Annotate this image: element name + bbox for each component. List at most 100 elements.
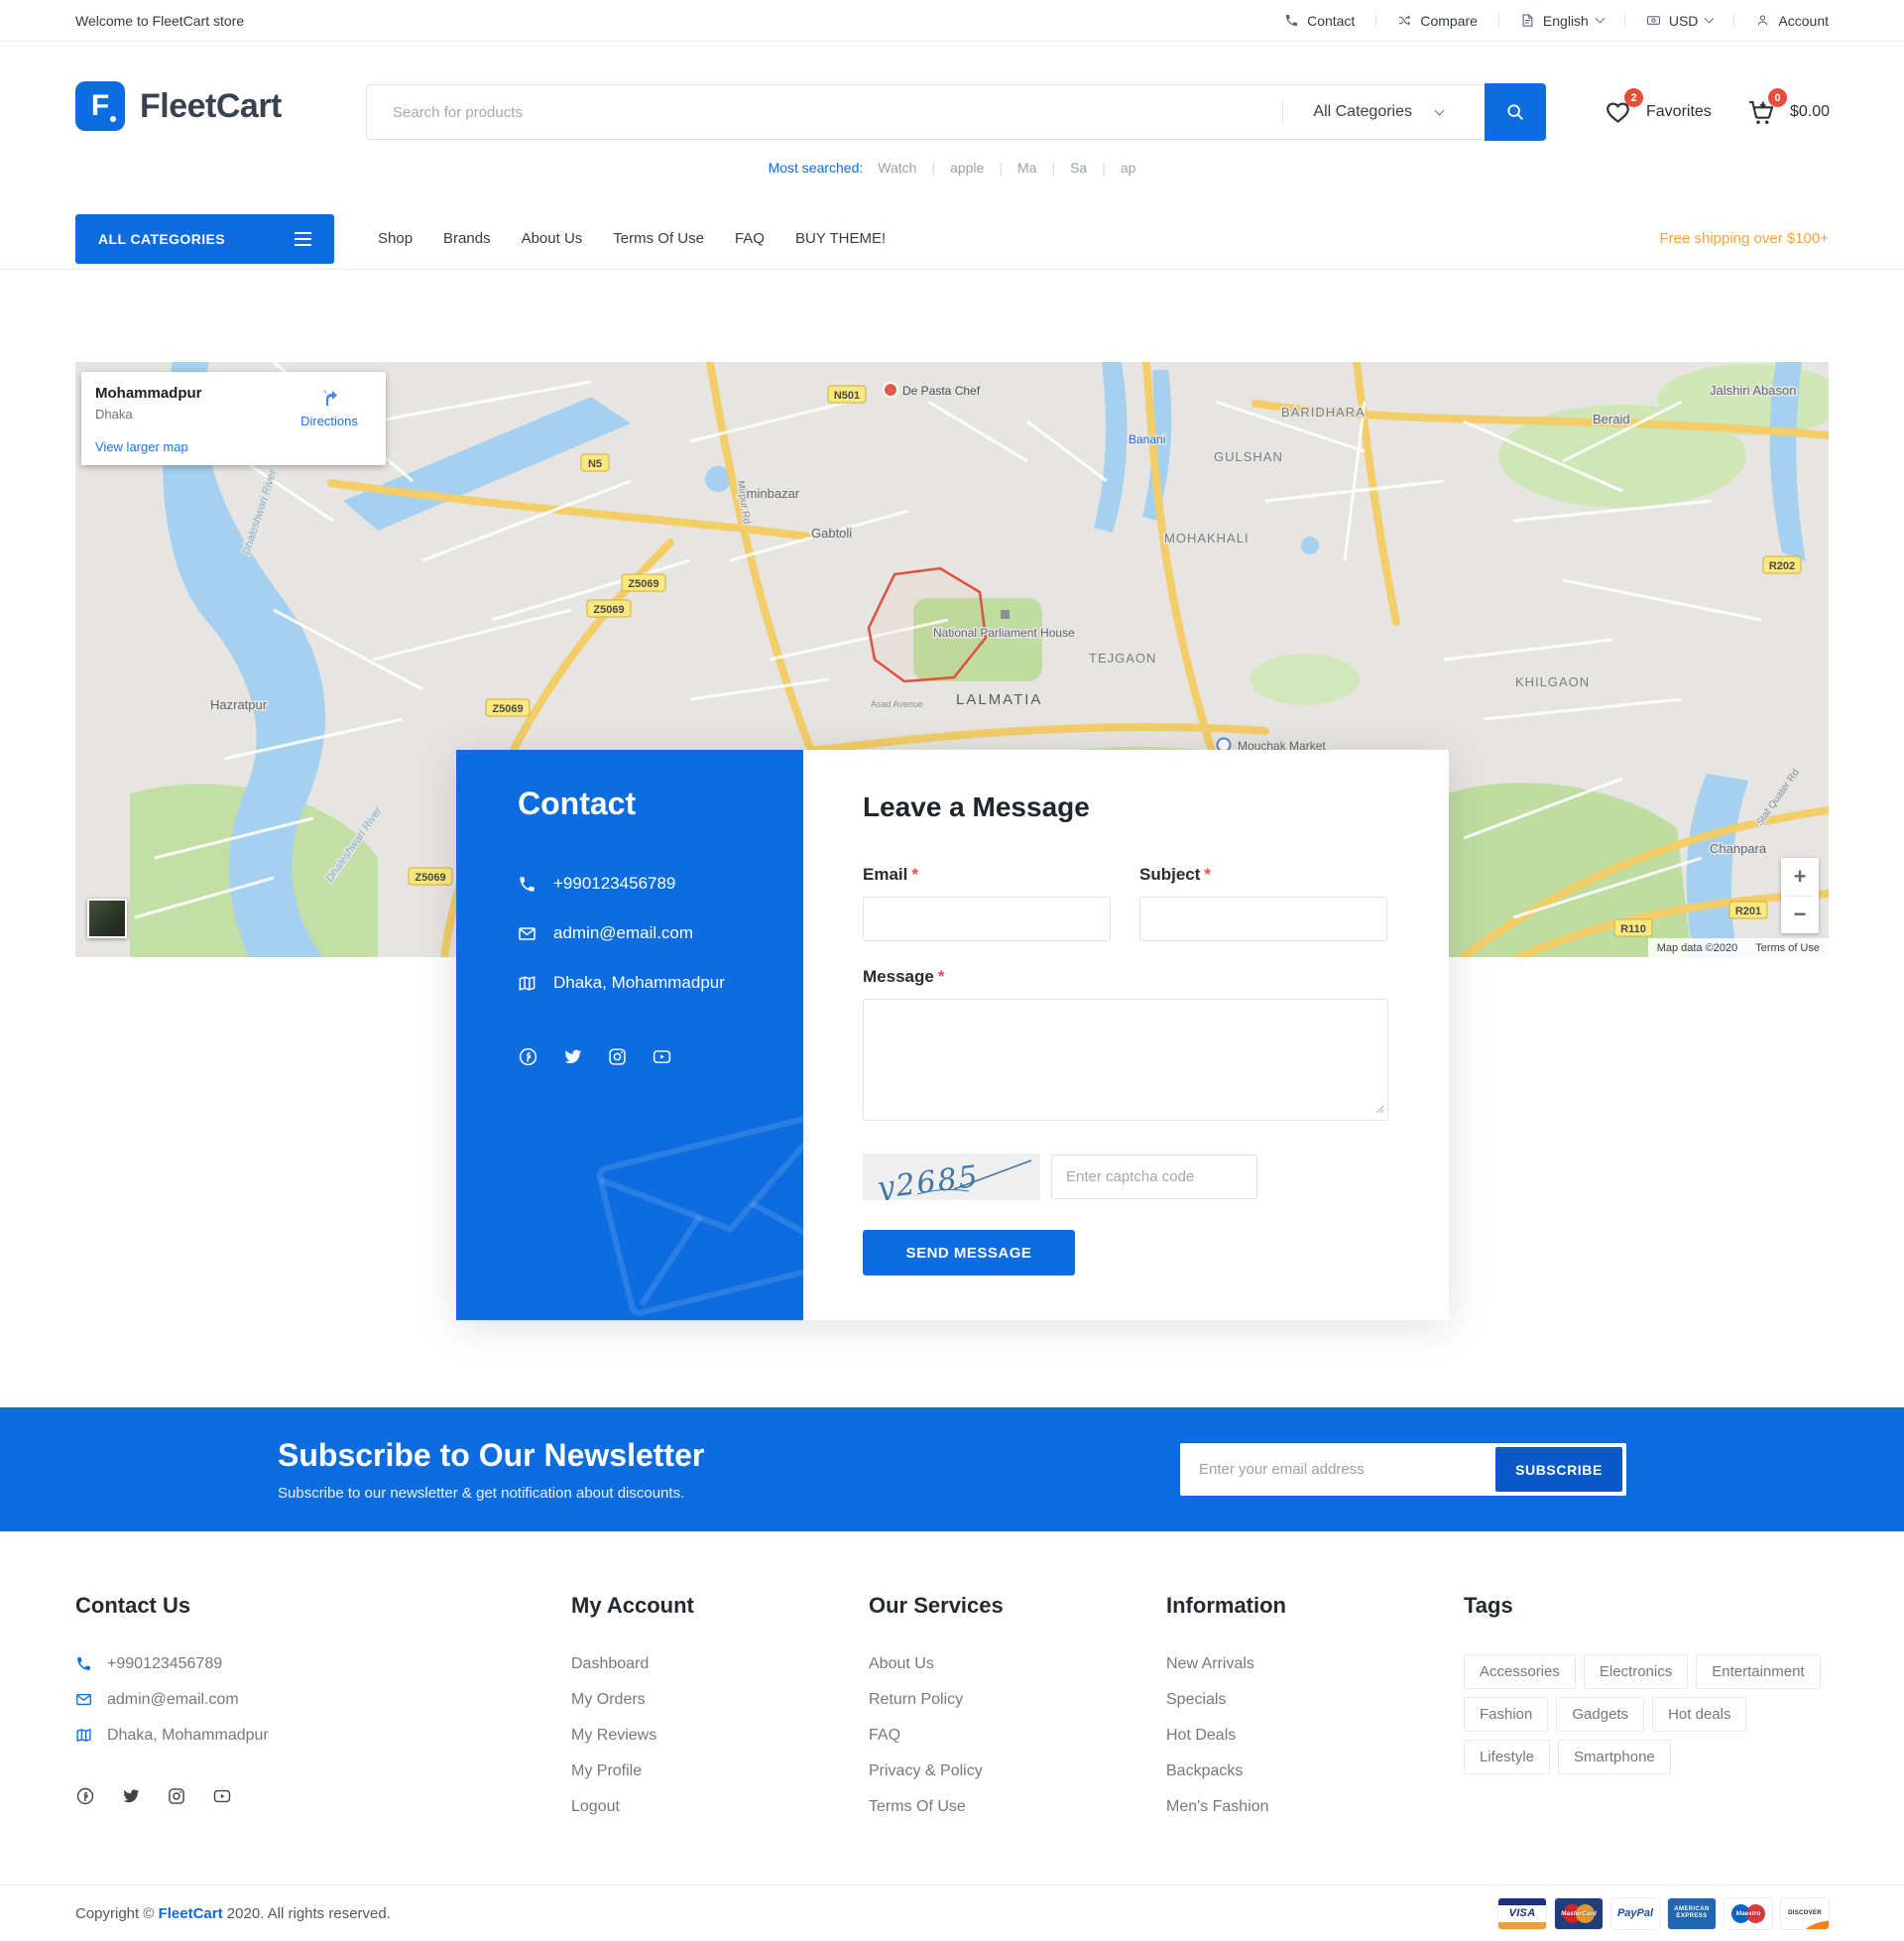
- svg-text:R110: R110: [1620, 923, 1646, 935]
- search-button[interactable]: [1485, 83, 1546, 141]
- footer-brand-link[interactable]: FleetCart: [159, 1905, 223, 1922]
- contact-email[interactable]: admin@email.com: [518, 923, 742, 943]
- most-searched-term[interactable]: Watch: [878, 160, 916, 176]
- subject-field[interactable]: [1139, 897, 1387, 941]
- twitter-link[interactable]: [121, 1786, 141, 1811]
- nav-item-about[interactable]: About Us: [522, 230, 583, 247]
- zoom-in-button[interactable]: +: [1781, 858, 1819, 896]
- newsletter-form: SUBSCRIBE: [1180, 1443, 1626, 1496]
- footer-link-privacy-policy[interactable]: Privacy & Policy: [869, 1761, 1166, 1780]
- tag-gadgets[interactable]: Gadgets: [1556, 1697, 1644, 1732]
- phone-icon: [1284, 13, 1299, 28]
- tag-hot-deals[interactable]: Hot deals: [1652, 1697, 1746, 1732]
- tag-fashion[interactable]: Fashion: [1464, 1697, 1548, 1732]
- resize-handle-icon[interactable]: [1375, 1101, 1384, 1119]
- facebook-link[interactable]: [75, 1786, 95, 1811]
- twitter-link[interactable]: [562, 1046, 583, 1072]
- footer-link-terms-of-use[interactable]: Terms Of Use: [869, 1797, 1166, 1816]
- footer-link-backpacks[interactable]: Backpacks: [1166, 1761, 1464, 1780]
- tag-smartphone[interactable]: Smartphone: [1558, 1740, 1671, 1774]
- footer: Contact Us +990123456789 admin@email.com…: [75, 1531, 1829, 1833]
- svg-text:R202: R202: [1769, 560, 1795, 572]
- payment-methods: VISA MasterCard PayPal AMERICAN EXPRESS …: [1498, 1898, 1829, 1929]
- nav-item-brands[interactable]: Brands: [443, 230, 491, 247]
- svg-text:BARIDHARA: BARIDHARA: [1281, 405, 1366, 420]
- required-mark: *: [938, 967, 945, 986]
- footer-address: Dhaka, Mohammadpur: [75, 1726, 571, 1745]
- tag-electronics[interactable]: Electronics: [1584, 1654, 1688, 1689]
- footer-link-hot-deals[interactable]: Hot Deals: [1166, 1726, 1464, 1745]
- zoom-out-button[interactable]: −: [1781, 897, 1819, 934]
- footer-link-mens-fashion[interactable]: Men's Fashion: [1166, 1797, 1464, 1816]
- tag-accessories[interactable]: Accessories: [1464, 1654, 1576, 1689]
- tag-lifestyle[interactable]: Lifestyle: [1464, 1740, 1550, 1774]
- search-input[interactable]: [367, 85, 1282, 139]
- message-field[interactable]: [863, 999, 1388, 1121]
- twitter-icon: [562, 1046, 583, 1067]
- newsletter-email-input[interactable]: [1184, 1447, 1495, 1492]
- cart-button[interactable]: 0 $0.00: [1745, 97, 1830, 127]
- cart-total: $0.00: [1790, 103, 1830, 121]
- favorites-button[interactable]: 2 Favorites: [1603, 97, 1712, 126]
- footer-link-return-policy[interactable]: Return Policy: [869, 1690, 1166, 1709]
- svg-text:MOHAKHALI: MOHAKHALI: [1164, 531, 1250, 546]
- topbar-compare-link[interactable]: Compare: [1376, 13, 1498, 29]
- footer-link-faq[interactable]: FAQ: [869, 1726, 1166, 1745]
- svg-text:Gabtoli: Gabtoli: [811, 526, 852, 541]
- brand-logo[interactable]: F FleetCart: [75, 81, 282, 131]
- language-dropdown[interactable]: English: [1499, 13, 1624, 29]
- most-searched-term[interactable]: Sa: [1070, 160, 1087, 176]
- view-larger-map-link[interactable]: View larger map: [95, 439, 188, 454]
- mail-icon: [518, 924, 536, 943]
- map-data-credit: Map data ©2020: [1648, 942, 1747, 954]
- most-searched-term[interactable]: ap: [1121, 160, 1136, 176]
- footer-link-about-us[interactable]: About Us: [869, 1654, 1166, 1673]
- nav-item-terms[interactable]: Terms Of Use: [613, 230, 704, 247]
- subscribe-button[interactable]: SUBSCRIBE: [1495, 1447, 1622, 1492]
- instagram-link[interactable]: [607, 1046, 628, 1072]
- phone-icon: [75, 1655, 92, 1672]
- footer-link-logout[interactable]: Logout: [571, 1797, 869, 1816]
- cart-count-badge: 0: [1768, 88, 1787, 107]
- nav-item-buy-theme[interactable]: BUY THEME!: [795, 230, 886, 247]
- most-searched-term[interactable]: Ma: [1017, 160, 1036, 176]
- topbar: Welcome to FleetCart store Contact Compa…: [0, 0, 1904, 42]
- footer-email[interactable]: admin@email.com: [75, 1690, 571, 1709]
- captcha-input[interactable]: [1051, 1154, 1257, 1199]
- footer-link-my-orders[interactable]: My Orders: [571, 1690, 869, 1709]
- account-link[interactable]: Account: [1734, 13, 1829, 29]
- contact-phone[interactable]: +990123456789: [518, 874, 742, 894]
- facebook-link[interactable]: [518, 1046, 538, 1072]
- footer-link-my-profile[interactable]: My Profile: [571, 1761, 869, 1780]
- map-terms-link[interactable]: Terms of Use: [1746, 942, 1829, 954]
- footer-link-dashboard[interactable]: Dashboard: [571, 1654, 869, 1673]
- currency-dropdown[interactable]: USD: [1625, 13, 1734, 29]
- footer-link-my-reviews[interactable]: My Reviews: [571, 1726, 869, 1745]
- youtube-link[interactable]: [652, 1046, 672, 1072]
- payment-visa: VISA: [1498, 1898, 1546, 1929]
- restaurant-pin[interactable]: [884, 383, 897, 397]
- nav-links: Shop Brands About Us Terms Of Use FAQ BU…: [378, 230, 886, 247]
- svg-text:Z5069: Z5069: [628, 578, 658, 590]
- currency-icon: [1646, 13, 1661, 28]
- nav-item-faq[interactable]: FAQ: [735, 230, 765, 247]
- send-message-button[interactable]: SEND MESSAGE: [863, 1230, 1075, 1275]
- search-icon: [1504, 101, 1526, 123]
- instagram-link[interactable]: [167, 1786, 186, 1811]
- svg-text:Jalshiri Abason: Jalshiri Abason: [1710, 383, 1796, 398]
- footer-phone[interactable]: +990123456789: [75, 1654, 571, 1673]
- directions-button[interactable]: Directions: [287, 385, 372, 428]
- most-searched-term[interactable]: apple: [950, 160, 984, 176]
- footer-heading: Contact Us: [75, 1593, 571, 1619]
- footer-link-new-arrivals[interactable]: New Arrivals: [1166, 1654, 1464, 1673]
- satellite-view-toggle[interactable]: [87, 899, 127, 938]
- all-categories-button[interactable]: ALL CATEGORIES: [75, 214, 334, 264]
- footer-link-specials[interactable]: Specials: [1166, 1690, 1464, 1709]
- email-field[interactable]: [863, 897, 1111, 941]
- tag-entertainment[interactable]: Entertainment: [1696, 1654, 1820, 1689]
- youtube-link[interactable]: [212, 1786, 232, 1811]
- svg-text:LALMATIA: LALMATIA: [956, 691, 1042, 708]
- topbar-contact-link[interactable]: Contact: [1263, 13, 1375, 29]
- search-category-dropdown[interactable]: All Categories: [1313, 103, 1443, 121]
- nav-item-shop[interactable]: Shop: [378, 230, 413, 247]
